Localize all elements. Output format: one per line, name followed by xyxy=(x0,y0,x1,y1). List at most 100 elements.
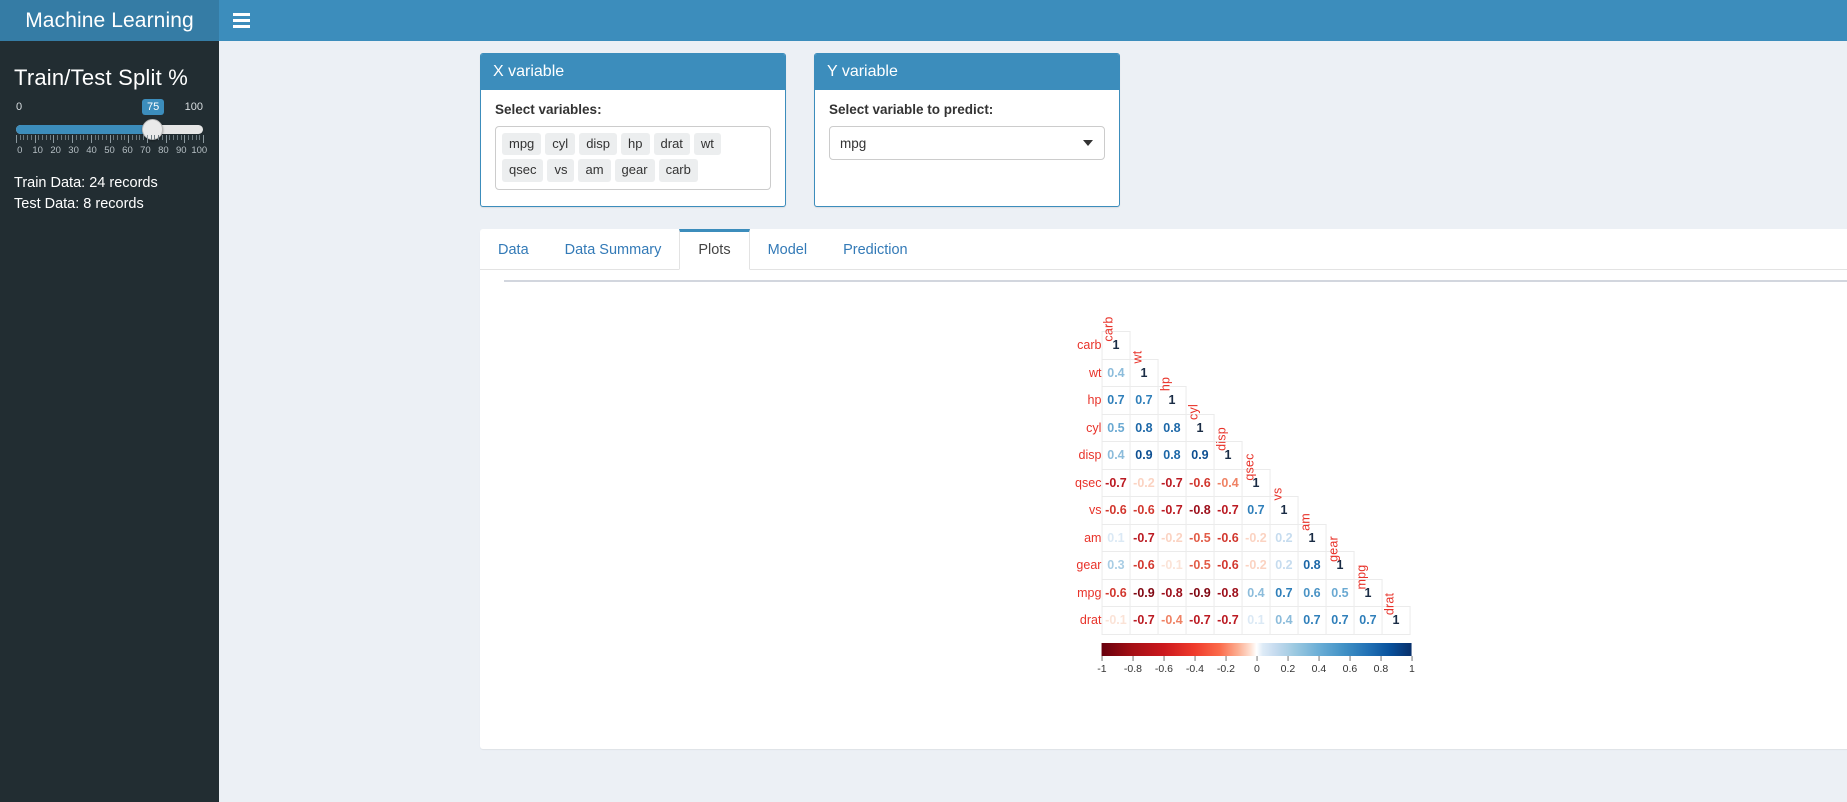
slider-track[interactable] xyxy=(16,125,203,134)
correlation-cell: 0.7 xyxy=(1241,496,1271,525)
y-variable-label: Select variable to predict: xyxy=(829,102,994,117)
correlation-cell: -0.1 xyxy=(1101,606,1131,635)
chevron-down-icon[interactable] xyxy=(1083,140,1093,146)
correlation-cell: 0.4 xyxy=(1101,441,1131,470)
legend-tick-label: -0.2 xyxy=(1216,662,1235,675)
x-variable-tag[interactable]: mpg xyxy=(502,133,542,156)
correlation-cell: -0.2 xyxy=(1241,551,1271,580)
correlation-cell: -0.7 xyxy=(1157,496,1187,525)
correlation-column-label: gear xyxy=(1326,536,1341,562)
correlation-cell: 0.3 xyxy=(1101,551,1131,580)
legend-tick xyxy=(1256,655,1258,661)
correlation-cell: 0.5 xyxy=(1325,578,1355,607)
x-variable-tag[interactable]: carb xyxy=(658,159,698,182)
x-variable-tag[interactable]: qsec xyxy=(502,159,544,182)
tab-plots[interactable]: Plots xyxy=(679,228,750,270)
x-variable-tag[interactable]: wt xyxy=(693,133,721,156)
correlation-row-label: carb xyxy=(1077,338,1102,353)
train-test-split-slider[interactable]: 0 100 75 0 10 20 30 40 50 60 70 80 90 100 xyxy=(14,99,208,159)
correlation-matrix-header-row: carb xyxy=(1075,288,1438,341)
tab-model[interactable]: Model xyxy=(750,229,826,269)
sidebar-heading: Train/Test Split % xyxy=(14,65,188,90)
correlation-cell: -0.6 xyxy=(1129,551,1159,580)
y-variable-panel-body: Select variable to predict: mpg xyxy=(815,90,1119,176)
y-variable-panel-title: Y variable xyxy=(815,54,1119,90)
correlation-cell: 0.7 xyxy=(1353,606,1383,635)
correlation-cell: -0.2 xyxy=(1129,468,1159,497)
correlation-cell: -0.7 xyxy=(1213,606,1243,635)
y-variable-select-wrap[interactable]: mpg xyxy=(829,126,1105,160)
correlation-cell: 0.8 xyxy=(1129,413,1159,442)
correlation-cell: 0.7 xyxy=(1101,386,1131,415)
slider-max-label: 100 xyxy=(184,101,203,113)
correlation-row-label: qsec xyxy=(1075,475,1102,490)
correlation-cell: 0.2 xyxy=(1269,551,1299,580)
correlation-cell: -0.7 xyxy=(1101,468,1131,497)
legend-tick-label: 0.8 xyxy=(1373,662,1389,675)
correlation-cell: 0.1 xyxy=(1101,523,1131,552)
correlation-column-label-cell: am xyxy=(1298,497,1326,531)
slider-value-bubble: 75 xyxy=(142,99,165,116)
correlation-cell: -0.7 xyxy=(1157,468,1187,497)
correlation-column-label: vs xyxy=(1270,487,1285,501)
legend-tick xyxy=(1287,655,1289,661)
correlation-cell: -0.5 xyxy=(1185,551,1215,580)
correlation-row-label: cyl xyxy=(1086,420,1102,435)
legend-tick-label: 0.2 xyxy=(1280,662,1296,675)
correlation-matrix-row: carb 1 wt xyxy=(1075,331,1438,363)
correlation-matrix-row: gear 0.3 -0.6 -0.1 -0.5 -0.6 -0.2 0.2 0.8 1 mpg xyxy=(1075,551,1438,589)
correlation-cell: -0.6 xyxy=(1213,551,1243,580)
correlation-cell: -0.7 xyxy=(1129,523,1159,552)
x-variable-tag[interactable]: vs xyxy=(547,159,575,182)
correlation-row-label: disp xyxy=(1078,448,1102,463)
x-variable-tag[interactable]: gear xyxy=(614,159,655,182)
x-variable-tag[interactable]: disp xyxy=(579,133,618,156)
tab-data[interactable]: Data xyxy=(480,229,547,269)
correlation-cell: -0.7 xyxy=(1185,606,1215,635)
x-variable-tag[interactable]: hp xyxy=(621,133,650,156)
x-variable-tag[interactable]: am xyxy=(578,159,611,182)
legend-tick xyxy=(1225,655,1227,661)
correlation-column-label-cell: mpg xyxy=(1354,552,1382,589)
legend-tick xyxy=(1163,655,1165,661)
main-content: X variable Select variables: mpg cyl disp h… xyxy=(219,41,1847,802)
slider-tick-label: 80 xyxy=(158,145,169,156)
navbar-right xyxy=(219,0,1847,41)
correlation-cell: -0.1 xyxy=(1157,551,1187,580)
correlation-matrix-row: cyl 0.5 0.8 0.8 1 disp xyxy=(1075,413,1438,451)
slider-tick-labels: 0 10 20 30 40 50 60 70 80 90 100 xyxy=(14,145,208,159)
correlation-matrix-row: vs -0.6 -0.6 -0.7 -0.8 -0.7 0.7 1 am xyxy=(1075,496,1438,531)
top-navbar: Machine Learning xyxy=(0,0,1847,41)
slider-tick-label: 100 xyxy=(191,145,208,156)
slider-tick-label: 10 xyxy=(32,145,43,156)
tab-prediction[interactable]: Prediction xyxy=(825,229,925,269)
legend-tick xyxy=(1194,655,1196,661)
legend-tick-label: -0.8 xyxy=(1123,662,1142,675)
app-title: Machine Learning xyxy=(0,0,219,41)
correlation-matrix-row: am 0.1 -0.7 -0.2 -0.5 -0.6 -0.2 0.2 1 gear xyxy=(1075,523,1438,562)
correlation-row-label: vs xyxy=(1088,503,1102,518)
correlation-cell: 0.5 xyxy=(1101,413,1131,442)
slider-tick-label: 30 xyxy=(68,145,79,156)
y-variable-select[interactable]: mpg xyxy=(829,126,1105,160)
correlation-cell: 0.7 xyxy=(1129,386,1159,415)
slider-tick-label: 40 xyxy=(86,145,97,156)
legend-tick-label: -1 xyxy=(1097,662,1107,675)
slider-tick-label: 70 xyxy=(140,145,151,156)
correlation-matrix-table: carb carb 1 wt wt 0.4 1 hp hp 0.7 0.7 1 cyl cyl 0.5 0.8… xyxy=(1075,288,1438,635)
correlation-cell: -0.7 xyxy=(1213,496,1243,525)
tab-data-summary[interactable]: Data Summary xyxy=(547,229,680,269)
correlation-cell: 0.4 xyxy=(1269,606,1299,635)
correlation-column-label: hp xyxy=(1158,376,1173,392)
x-variable-panel: X variable Select variables: mpg cyl disp h… xyxy=(480,53,786,207)
correlation-legend: -1 -0.8 -0.6 -0.4 -0.2 0 0.2 0.4 0.6 0.8 1 xyxy=(1097,642,1438,678)
x-variable-tag[interactable]: cyl xyxy=(545,133,576,156)
correlation-row-label: gear xyxy=(1076,558,1102,573)
correlation-cell: 0.9 xyxy=(1185,441,1215,470)
x-variable-tag[interactable]: drat xyxy=(653,133,690,156)
correlation-cell: -0.8 xyxy=(1213,578,1243,607)
hamburger-icon[interactable] xyxy=(219,0,263,41)
slider-tick-label: 20 xyxy=(50,145,61,156)
slider-range-labels: 0 100 75 xyxy=(14,99,205,119)
x-variable-tagbox[interactable]: mpg cyl disp hp drat wt qsec vs am gear carb xyxy=(495,126,771,190)
